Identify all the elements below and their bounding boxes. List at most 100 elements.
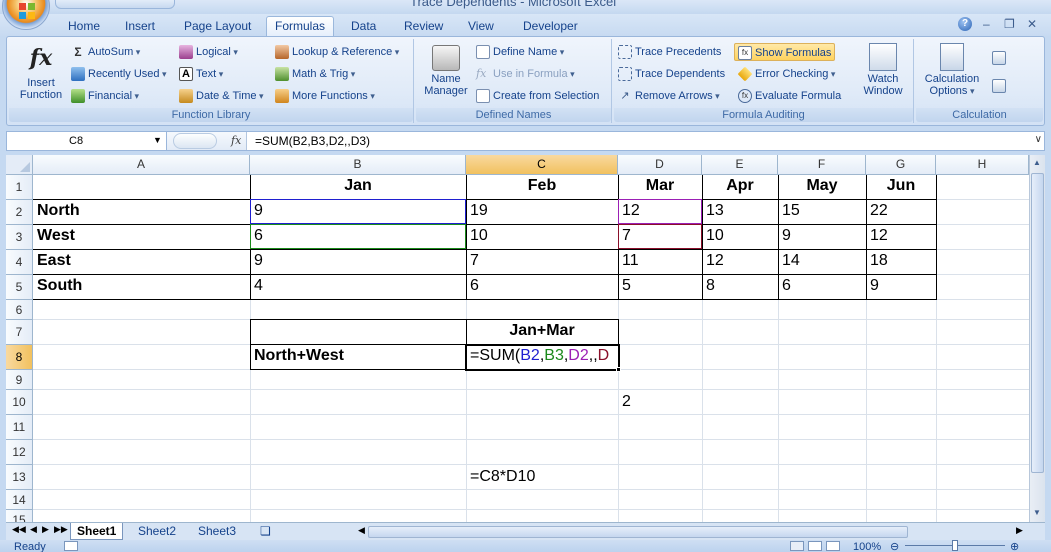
cell-b1[interactable]: Jan bbox=[250, 177, 466, 195]
quick-access-toolbar[interactable] bbox=[55, 0, 175, 9]
tab-formulas[interactable]: Formulas bbox=[266, 16, 335, 37]
cell-e4[interactable]: 12 bbox=[703, 252, 724, 270]
first-sheet-icon[interactable]: ◀◀ bbox=[12, 524, 26, 535]
scroll-left-icon[interactable]: ◀ bbox=[358, 525, 365, 536]
scroll-up-icon[interactable]: ▲ bbox=[1030, 155, 1044, 171]
normal-view-icon[interactable] bbox=[790, 541, 804, 551]
lookup-reference-button[interactable]: Lookup & Reference bbox=[275, 43, 399, 61]
error-checking-button[interactable]: Error Checking bbox=[737, 65, 835, 83]
column-header-e[interactable]: E bbox=[702, 155, 778, 175]
evaluate-formula-button[interactable]: fx Evaluate Formula bbox=[738, 87, 841, 105]
sheet-tab-sheet1[interactable]: Sheet1 bbox=[70, 523, 124, 540]
cell-f5[interactable]: 6 bbox=[779, 277, 791, 295]
sheet-tab-sheet2[interactable]: Sheet2 bbox=[132, 523, 182, 540]
next-sheet-icon[interactable]: ▶ bbox=[42, 524, 49, 535]
cell-c13[interactable]: =C8*D10 bbox=[467, 468, 535, 486]
cell-c2[interactable]: 19 bbox=[467, 202, 488, 220]
column-header-d[interactable]: D bbox=[618, 155, 702, 175]
column-header-a[interactable]: A bbox=[33, 155, 250, 175]
worksheet-grid[interactable]: A B C D E F G H 1 2 3 4 5 6 7 8 9 10 11 … bbox=[6, 155, 1029, 522]
calculate-now-button[interactable] bbox=[992, 49, 1009, 67]
column-header-h[interactable]: H bbox=[936, 155, 1029, 175]
column-header-f[interactable]: F bbox=[778, 155, 866, 175]
insert-function-button[interactable]: fx Insert Function bbox=[13, 43, 69, 101]
select-all-corner[interactable] bbox=[6, 155, 33, 175]
cell-g2[interactable]: 22 bbox=[867, 202, 888, 220]
row-header-15[interactable]: 15 bbox=[6, 510, 33, 522]
zoom-level[interactable]: 100% bbox=[853, 541, 881, 552]
remove-arrows-button[interactable]: ↗ Remove Arrows bbox=[618, 87, 720, 105]
more-functions-button[interactable]: More Functions bbox=[275, 87, 375, 105]
zoom-slider-thumb[interactable] bbox=[952, 540, 958, 551]
cell-c7[interactable]: Jan+Mar bbox=[466, 322, 618, 340]
cell-d1[interactable]: Mar bbox=[618, 177, 702, 195]
tab-page-layout[interactable]: Page Layout bbox=[184, 18, 251, 36]
create-from-selection-button[interactable]: Create from Selection bbox=[476, 87, 599, 105]
cell-g4[interactable]: 18 bbox=[867, 252, 888, 270]
tab-developer[interactable]: Developer bbox=[523, 18, 578, 36]
cell-f1[interactable]: May bbox=[778, 177, 866, 195]
scroll-down-icon[interactable]: ▼ bbox=[1030, 505, 1044, 521]
macro-record-icon[interactable] bbox=[64, 541, 78, 551]
zoom-in-icon[interactable]: ⊕ bbox=[1010, 540, 1019, 552]
row-header-8[interactable]: 8 bbox=[6, 345, 33, 370]
expand-formula-bar-icon[interactable]: ∨ bbox=[1035, 134, 1042, 145]
cell-e2[interactable]: 13 bbox=[703, 202, 724, 220]
cell-c3[interactable]: 10 bbox=[467, 227, 488, 245]
cell-d5[interactable]: 5 bbox=[619, 277, 631, 295]
tab-home[interactable]: Home bbox=[68, 18, 100, 36]
row-header-13[interactable]: 13 bbox=[6, 465, 33, 490]
cell-a2[interactable]: North bbox=[34, 202, 80, 220]
vertical-scroll-thumb[interactable] bbox=[1031, 173, 1044, 473]
cell-f3[interactable]: 9 bbox=[779, 227, 791, 245]
zoom-out-icon[interactable]: ⊖ bbox=[890, 540, 899, 552]
insert-function-fx-icon[interactable]: fx bbox=[231, 134, 241, 147]
row-header-12[interactable]: 12 bbox=[6, 440, 33, 465]
column-header-g[interactable]: G bbox=[866, 155, 936, 175]
cell-e3[interactable]: 10 bbox=[703, 227, 724, 245]
cell-b2[interactable]: 9 bbox=[251, 202, 263, 220]
close-icon[interactable]: ✕ bbox=[1027, 17, 1037, 31]
row-header-7[interactable]: 7 bbox=[6, 320, 33, 345]
recently-used-button[interactable]: Recently Used bbox=[71, 65, 167, 83]
cell-d10[interactable]: 2 bbox=[619, 393, 631, 411]
cell-a5[interactable]: South bbox=[34, 277, 82, 295]
cell-c1[interactable]: Feb bbox=[466, 177, 618, 195]
column-header-b[interactable]: B bbox=[250, 155, 466, 175]
row-header-10[interactable]: 10 bbox=[6, 390, 33, 415]
help-icon[interactable]: ? bbox=[958, 17, 972, 31]
autosum-button[interactable]: Σ AutoSum bbox=[71, 43, 140, 61]
text-button[interactable]: A Text bbox=[179, 65, 223, 83]
cell-a3[interactable]: West bbox=[34, 227, 75, 245]
cell-g3[interactable]: 12 bbox=[867, 227, 888, 245]
restore-icon[interactable]: ❐ bbox=[1004, 17, 1015, 31]
cell-a4[interactable]: East bbox=[34, 252, 71, 270]
cell-g5[interactable]: 9 bbox=[867, 277, 879, 295]
cell-f2[interactable]: 15 bbox=[779, 202, 800, 220]
vertical-scrollbar[interactable]: ▲ ▼ bbox=[1029, 155, 1045, 522]
row-header-9[interactable]: 9 bbox=[6, 370, 33, 390]
tab-insert[interactable]: Insert bbox=[125, 18, 155, 36]
cell-c8[interactable]: =SUM(B2,B3,D2,,D bbox=[467, 347, 617, 365]
cell-e5[interactable]: 8 bbox=[703, 277, 715, 295]
financial-button[interactable]: Financial bbox=[71, 87, 139, 105]
row-header-6[interactable]: 6 bbox=[6, 300, 33, 320]
row-header-2[interactable]: 2 bbox=[6, 200, 33, 225]
tab-review[interactable]: Review bbox=[404, 18, 443, 36]
minimize-icon[interactable]: – bbox=[983, 17, 990, 31]
sheet-tab-sheet3[interactable]: Sheet3 bbox=[192, 523, 242, 540]
scroll-right-icon[interactable]: ▶ bbox=[1016, 525, 1023, 536]
last-sheet-icon[interactable]: ▶▶ bbox=[54, 524, 68, 535]
row-header-4[interactable]: 4 bbox=[6, 250, 33, 275]
formula-input[interactable]: =SUM(B2,B3,D2,,D3) bbox=[255, 134, 370, 148]
math-trig-button[interactable]: Math & Trig bbox=[275, 65, 355, 83]
horizontal-scroll-thumb[interactable] bbox=[368, 526, 908, 538]
row-header-5[interactable]: 5 bbox=[6, 275, 33, 300]
name-manager-button[interactable]: Name Manager bbox=[420, 45, 472, 97]
column-header-c[interactable]: C bbox=[466, 155, 618, 175]
fill-handle[interactable] bbox=[616, 367, 621, 372]
watch-window-button[interactable]: Watch Window bbox=[858, 43, 908, 97]
cell-f4[interactable]: 14 bbox=[779, 252, 800, 270]
name-box-dropdown-icon[interactable]: ▼ bbox=[153, 135, 162, 145]
cell-b3[interactable]: 6 bbox=[251, 227, 263, 245]
